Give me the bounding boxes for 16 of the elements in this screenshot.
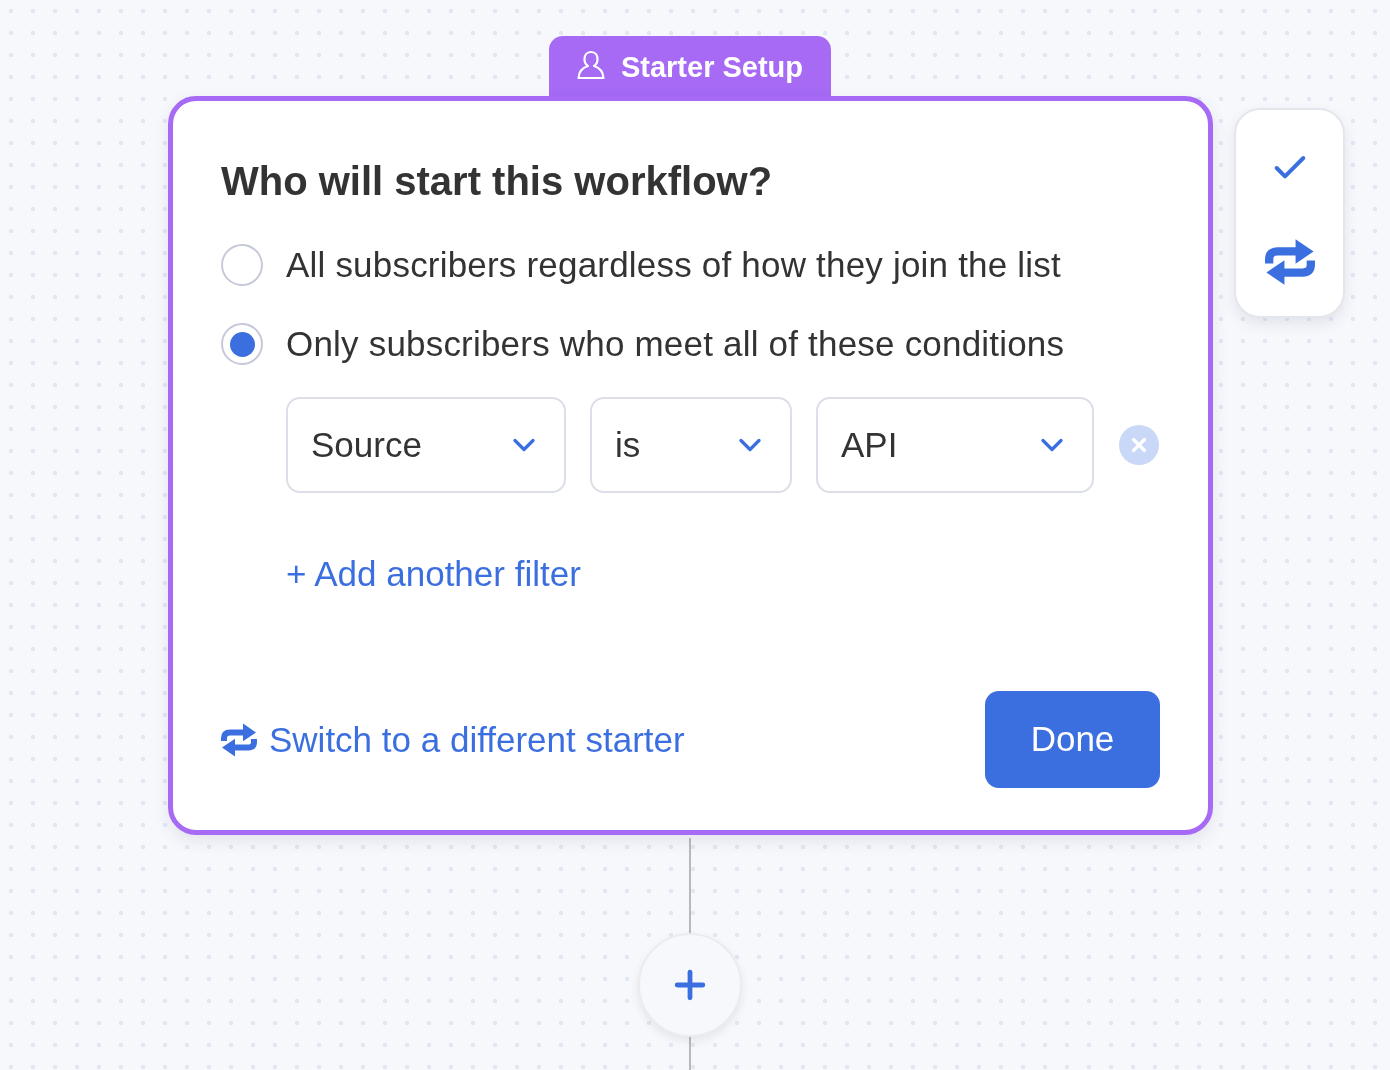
- swap-arrows-icon: [221, 721, 257, 758]
- value-select[interactable]: API: [816, 397, 1094, 493]
- field-select[interactable]: Source: [286, 397, 566, 493]
- option-label[interactable]: Only subscribers who meet all of these conditions: [286, 324, 1065, 364]
- radio-button[interactable]: [221, 244, 263, 286]
- option-label[interactable]: All subscribers regardless of how they join the list: [286, 245, 1061, 285]
- done-button[interactable]: Done: [985, 691, 1160, 788]
- swap-arrows-icon: [1264, 237, 1315, 287]
- question-heading: Who will start this workflow?: [221, 158, 774, 205]
- node-title: Starter Setup: [620, 50, 804, 84]
- person-icon: [576, 50, 605, 80]
- switch-starter-link[interactable]: Switch to a different starter: [221, 715, 685, 764]
- operator-select[interactable]: is: [590, 397, 792, 493]
- add-filter-link[interactable]: + Add another filter: [286, 550, 581, 598]
- radio-button[interactable]: [221, 323, 263, 365]
- connector-line: [689, 1036, 691, 1070]
